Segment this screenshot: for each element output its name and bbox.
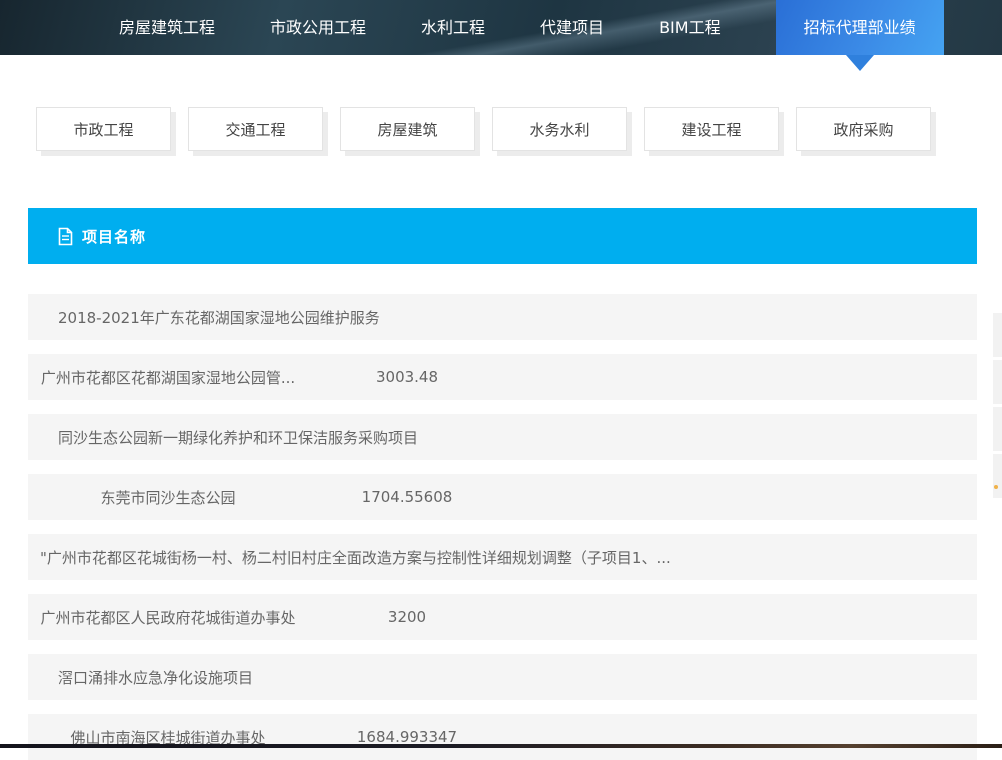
project-detail-row: 东莞市同沙生态公园1704.55608 — [28, 474, 977, 520]
nav-item-4[interactable]: 代建项目 — [540, 0, 604, 55]
amount-value: 3003.48 — [308, 368, 506, 386]
filter-button-6[interactable]: 政府采购 — [796, 107, 931, 151]
project-detail-row: 佛山市南海区桂城街道办事处1684.993347 — [28, 714, 977, 760]
nav-item-1[interactable]: 房屋建筑工程 — [119, 0, 215, 55]
project-name-text: 同沙生态公园新一期绿化养护和环卫保洁服务采购项目 — [28, 427, 418, 448]
nav-item-label: 招标代理部业绩 — [804, 18, 916, 37]
project-detail-row: 广州市花都区人民政府花城街道办事处3200 — [28, 594, 977, 640]
floating-widget-button-2[interactable] — [993, 360, 1002, 404]
filter-button-1[interactable]: 市政工程 — [36, 107, 171, 151]
nav-item-label: 代建项目 — [540, 18, 604, 37]
nav-item-2[interactable]: 市政公用工程 — [270, 0, 366, 55]
project-name-text: 2018-2021年广东花都湖国家湿地公园维护服务 — [28, 307, 380, 328]
filter-button-5[interactable]: 建设工程 — [644, 107, 779, 151]
project-detail-row: 广州市花都区花都湖国家湿地公园管...3003.48 — [28, 354, 977, 400]
filter-button-4[interactable]: 水务水利 — [492, 107, 627, 151]
nav-item-5[interactable]: BIM工程 — [659, 0, 721, 55]
floating-widget-button-3[interactable] — [993, 407, 1002, 451]
client-name-text: 广州市花都区人民政府花城街道办事处 — [28, 607, 308, 628]
top-navigation-bar: 房屋建筑工程 市政公用工程 水利工程 代建项目 BIM工程 招标代理部业绩 — [0, 0, 1002, 55]
filter-button-3[interactable]: 房屋建筑 — [340, 107, 475, 151]
footer-edge-strip — [0, 744, 1002, 748]
table-header-bar: 项目名称 — [28, 208, 977, 264]
project-name-row: 同沙生态公园新一期绿化养护和环卫保洁服务采购项目 — [28, 414, 977, 460]
floating-widget-button-1[interactable] — [993, 313, 1002, 357]
client-name-text: 东莞市同沙生态公园 — [28, 487, 308, 508]
table-header-title: 项目名称 — [82, 226, 146, 247]
nav-item-6-active[interactable]: 招标代理部业绩 — [776, 0, 944, 55]
project-name-row: 2018-2021年广东花都湖国家湿地公园维护服务 — [28, 294, 977, 340]
nav-item-label: 水利工程 — [421, 18, 485, 37]
project-name-text: 滘口涌排水应急净化设施项目 — [28, 667, 253, 688]
filter-button-row: 市政工程交通工程房屋建筑水务水利建设工程政府采购 — [36, 107, 948, 151]
project-name-row: 滘口涌排水应急净化设施项目 — [28, 654, 977, 700]
amount-value: 3200 — [308, 608, 506, 626]
project-name-text: "广州市花都区花城街杨一村、杨二村旧村庄全面改造方案与控制性详细规划调整（子项目… — [28, 547, 671, 568]
nav-item-3[interactable]: 水利工程 — [421, 0, 485, 55]
nav-item-label: 市政公用工程 — [270, 18, 366, 37]
widget-dot-icon — [994, 485, 998, 489]
filter-button-2[interactable]: 交通工程 — [188, 107, 323, 151]
floating-widget-button-4[interactable] — [993, 454, 1002, 498]
document-icon — [58, 227, 73, 246]
active-tab-arrow-icon — [846, 55, 874, 71]
nav-item-label: 房屋建筑工程 — [119, 18, 215, 37]
amount-value: 1704.55608 — [308, 488, 506, 506]
project-name-row: "广州市花都区花城街杨一村、杨二村旧村庄全面改造方案与控制性详细规划调整（子项目… — [28, 534, 977, 580]
nav-item-label: BIM工程 — [659, 18, 721, 37]
client-name-text: 广州市花都区花都湖国家湿地公园管... — [28, 367, 308, 388]
